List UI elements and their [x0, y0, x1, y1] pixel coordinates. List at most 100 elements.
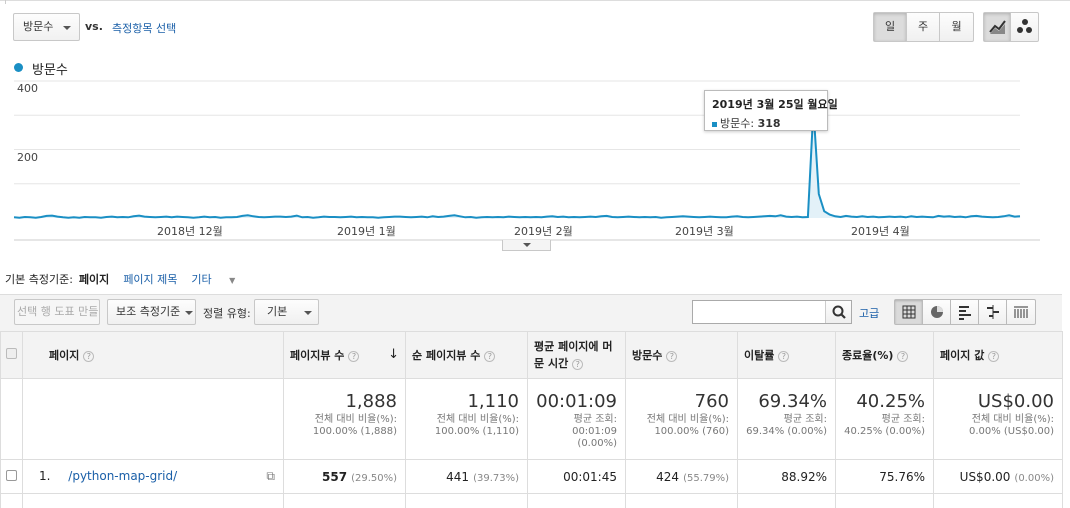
page-value-cell: [933, 493, 1063, 508]
column-header-page-value[interactable]: 페이지 값?: [933, 331, 1063, 379]
sort-type-value: 기본: [267, 305, 288, 318]
pivot-view-button[interactable]: [1007, 300, 1035, 324]
x-tick-label: 2019년 4월: [851, 225, 910, 238]
pie-chart-icon: [931, 306, 943, 318]
chart-tooltip: 2019년 3월 25일 월요일 방문수: 318: [704, 90, 838, 131]
column-header-bounce-rate[interactable]: 이탈률?: [737, 331, 836, 379]
total-pageviews: 1,888 전체 대비 비율(%): 100.00% (1,888): [283, 378, 406, 460]
x-tick-label: 2018년 12월: [157, 225, 223, 238]
help-icon[interactable]: ?: [484, 350, 496, 362]
chevron-down-icon: [185, 311, 193, 315]
column-header-page[interactable]: 페이지?: [22, 331, 284, 379]
exit-rate-cell: [835, 493, 934, 508]
legend-label: 방문수: [32, 63, 68, 78]
pageviews-cell: [283, 493, 406, 508]
row-index: 1.: [39, 469, 51, 483]
chevron-down-icon: [523, 243, 531, 247]
dimension-page[interactable]: 페이지: [79, 271, 109, 287]
help-icon[interactable]: ?: [988, 350, 1000, 362]
chevron-down-icon: [304, 311, 312, 315]
table-view-toggle: [894, 299, 1036, 325]
avg-time-cell: 00:01:45: [527, 459, 626, 494]
unique-pageviews-cell: 441 (39.73%): [405, 459, 528, 494]
primary-dimension-label: 기본 측정기준:: [5, 273, 73, 286]
select-all-cell: [0, 331, 23, 379]
collapse-chart-toggle[interactable]: [502, 240, 551, 251]
sort-desc-arrow-icon: ↓: [388, 347, 399, 362]
tooltip-series-marker: [712, 121, 717, 127]
table-search-input[interactable]: [697, 302, 827, 322]
help-icon[interactable]: ?: [83, 350, 95, 362]
line-chart: [13, 80, 1040, 241]
x-tick-label: 2019년 1월: [337, 225, 396, 238]
period-day-button[interactable]: 일: [874, 13, 907, 41]
unique-pageviews-cell: [405, 493, 528, 508]
row-checkbox[interactable]: [6, 469, 17, 481]
motion-chart-button[interactable]: [1011, 13, 1038, 41]
total-exit-rate: 40.25% 평균 조회: 40.25% (0.00%): [835, 378, 934, 460]
table-row: 1. /python-map-grid/ ⧉ 557 (29.50%) 441 (3…: [0, 459, 1063, 494]
comparison-view-button[interactable]: [979, 300, 1007, 324]
avg-time-cell: [527, 493, 626, 508]
totals-empty-cell: [0, 378, 23, 460]
advanced-filter-link[interactable]: 고급: [859, 305, 879, 321]
page-cell: 1. /python-map-grid/ ⧉: [22, 459, 284, 494]
performance-view-button[interactable]: [951, 300, 979, 324]
page-value-cell: US$0.00 (0.00%): [933, 459, 1063, 494]
pageviews-cell: 557 (29.50%): [283, 459, 406, 494]
tooltip-date: 2019년 3월 25일 월요일: [712, 98, 838, 111]
totals-row: 1,888 전체 대비 비율(%): 100.00% (1,888) 1,110 전…: [0, 378, 1063, 460]
data-table: 페이지? 페이지뷰 수? ↓ 순 페이지뷰 수? 평균 페이지에 머문 시간? 방…: [0, 331, 1063, 508]
period-month-button[interactable]: 월: [940, 13, 973, 41]
search-button[interactable]: [825, 301, 851, 323]
secondary-dimension-button[interactable]: 보조 측정기준: [107, 299, 196, 325]
period-week-button[interactable]: 주: [907, 13, 940, 41]
table-row: [0, 493, 1063, 508]
dimension-page-title[interactable]: 페이지 제목: [123, 271, 177, 287]
y-tick-label: 200: [17, 151, 38, 164]
sessions-cell: [625, 493, 738, 508]
column-header-pageviews[interactable]: 페이지뷰 수? ↓: [283, 331, 406, 379]
chart-type-toggle: [983, 12, 1039, 42]
total-avg-time: 00:01:09 평균 조회: 00:01:09 (0.00%): [527, 378, 626, 460]
sort-type-label: 정렬 유형:: [203, 307, 251, 320]
help-icon[interactable]: ?: [572, 358, 584, 370]
line-chart-icon: [989, 20, 1006, 34]
select-metric-link[interactable]: 측정항목 선택: [112, 20, 176, 36]
total-sessions: 760 전체 대비 비율(%): 100.00% (760): [625, 378, 738, 460]
open-page-icon[interactable]: ⧉: [266, 469, 275, 484]
top-border: [0, 0, 1070, 4]
help-icon[interactable]: ?: [348, 350, 360, 362]
series-area: [14, 109, 1020, 218]
help-icon[interactable]: ?: [666, 350, 678, 362]
plot-rows-button[interactable]: 선택 행 도표 만들기: [14, 299, 100, 325]
select-all-checkbox[interactable]: [6, 348, 17, 359]
exit-rate-cell: 75.76%: [835, 459, 934, 494]
period-toggle: 일 주 월: [873, 12, 974, 42]
dimension-other-dropdown[interactable]: 기타 ▼: [191, 271, 249, 287]
total-bounce-rate: 69.34% 평균 조회: 69.34% (0.00%): [737, 378, 836, 460]
percentage-view-button[interactable]: [923, 300, 951, 324]
column-header-unique-pageviews[interactable]: 순 페이지뷰 수?: [405, 331, 528, 379]
table-header-row: 페이지? 페이지뷰 수? ↓ 순 페이지뷰 수? 평균 페이지에 머문 시간? 방…: [0, 331, 1063, 379]
total-unique-pageviews: 1,110 전체 대비 비율(%): 100.00% (1,110): [405, 378, 528, 460]
page-cell: [22, 493, 284, 508]
bounce-rate-cell: 88.92%: [737, 459, 836, 494]
column-header-sessions[interactable]: 방문수?: [625, 331, 738, 379]
sort-type-select[interactable]: 기본: [254, 299, 319, 325]
x-tick-label: 2019년 3월: [675, 225, 734, 238]
chevron-down-icon: [63, 26, 71, 30]
primary-dimension-bar: 기본 측정기준: 페이지 페이지 제목 기타 ▼: [5, 271, 263, 287]
legend-marker: [14, 63, 23, 72]
page-link[interactable]: /python-map-grid/: [68, 469, 177, 483]
column-header-avg-time[interactable]: 평균 페이지에 머문 시간?: [527, 331, 626, 379]
row-select-cell: [0, 493, 23, 508]
x-tick-label: 2019년 2월: [514, 225, 573, 238]
comparison-icon: [987, 305, 999, 319]
column-header-exit-rate[interactable]: 종료율(%)?: [835, 331, 934, 379]
help-icon[interactable]: ?: [778, 350, 790, 362]
data-view-button[interactable]: [895, 300, 923, 324]
metric-select[interactable]: 방문수: [13, 13, 80, 41]
line-chart-button[interactable]: [984, 13, 1011, 41]
help-icon[interactable]: ?: [897, 350, 909, 362]
